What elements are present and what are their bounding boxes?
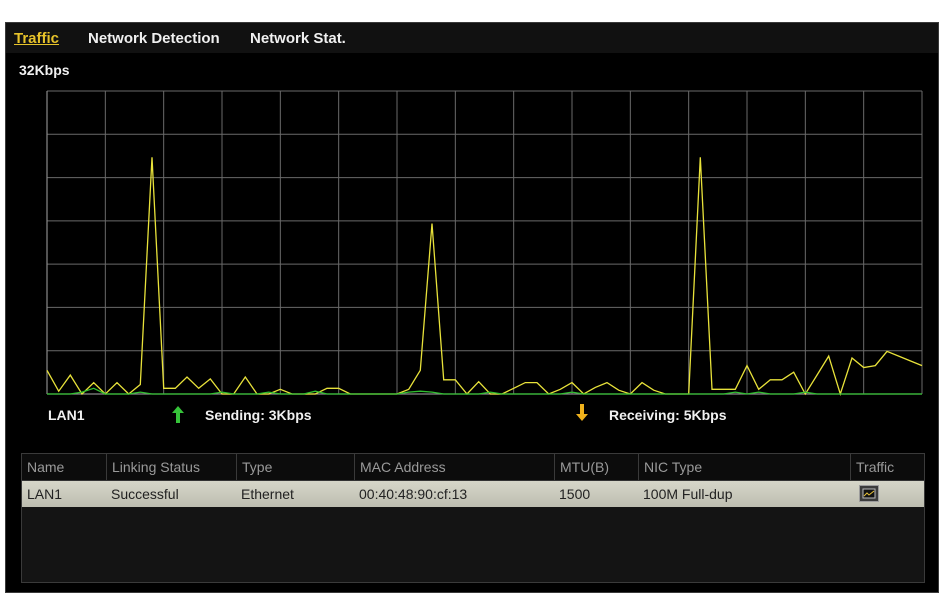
chart-grid-vertical [104,91,923,394]
cell-nic-type: 100M Full-dup [643,486,733,502]
column-header-linking-status: Linking Status [106,454,236,480]
column-header-mtu: MTU(B) [554,454,638,480]
legend-sending: Sending: 3Kbps [205,407,312,423]
traffic-chart [46,90,923,397]
chart-grid-horizontal [47,90,922,352]
cell-name: LAN1 [27,486,63,502]
cell-mac-address: 00:40:48:90:cf:13 [359,486,468,502]
network-status-window: Traffic Network Detection Network Stat. … [5,22,939,593]
legend-receiving: Receiving: 5Kbps [609,407,727,423]
column-header-traffic: Traffic [850,454,924,480]
table-row[interactable]: LAN1 Successful Ethernet 00:40:48:90:cf:… [22,481,924,507]
cell-mtu: 1500 [559,486,591,502]
series-line-sending [46,157,923,397]
series-line-receiving [47,387,922,395]
arrow-down-icon [576,404,588,421]
cell-type: Ethernet [241,486,294,502]
nic-table: Name Linking Status Type MAC Address MTU… [21,453,925,583]
arrow-up-icon [172,406,184,423]
cell-linking-status: Successful [111,486,179,502]
traffic-chart-icon[interactable] [859,485,879,502]
legend-interface-name: LAN1 [48,407,85,423]
column-header-type: Type [236,454,354,480]
column-header-nic-type: NIC Type [638,454,850,480]
table-header: Name Linking Status Type MAC Address MTU… [22,454,924,481]
column-header-name: Name [27,459,65,475]
column-header-mac-address: MAC Address [354,454,554,480]
